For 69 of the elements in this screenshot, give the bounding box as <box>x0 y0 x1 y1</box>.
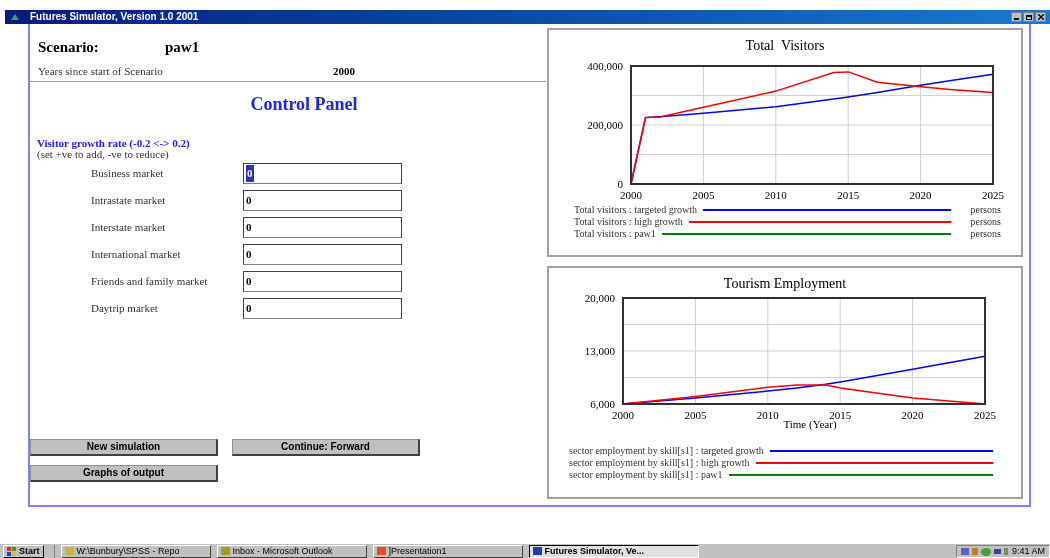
section-hint: (set +ve to add, -ve to reduce) <box>37 149 170 160</box>
new-simulation-button[interactable]: New simulation <box>30 439 218 456</box>
y-tick-label: 6,000 <box>590 398 615 410</box>
legend-label: Total visitors : paw1 <box>574 229 656 239</box>
field-label: International market <box>90 247 182 263</box>
input-field[interactable]: 0 <box>243 190 402 211</box>
field-label: Intrastate market <box>90 193 167 209</box>
field-label: Interstate market <box>90 220 167 236</box>
taskbar-button[interactable]: Futures Simulator, Ve... <box>528 544 699 558</box>
legend-label: Total visitors : targeted growth <box>574 205 697 215</box>
x-tick-label: 2015 <box>829 409 852 421</box>
legend-label: Total visitors : high growth <box>574 217 683 227</box>
x-tick-label: 2005 <box>692 189 715 201</box>
legend-unit: persons <box>969 217 1001 227</box>
legend-label: sector employment by skill[s1] : targeted growth <box>569 446 764 456</box>
taskbar-button[interactable]: W:\Bunbury\SPSS - Repo <box>60 544 211 558</box>
section-title: Visitor growth rate (-0.2 <-> 0.2) <box>37 138 191 149</box>
x-tick-label: 2020 <box>909 189 932 201</box>
x-tick-label: 2015 <box>837 189 860 201</box>
graphs-button[interactable]: Graphs of output <box>30 465 218 482</box>
x-tick-label: 2025 <box>982 189 1004 201</box>
maximize-button[interactable] <box>1023 12 1034 22</box>
input-field[interactable]: 0 <box>243 298 402 319</box>
scenario-label: Scenario: <box>38 38 100 57</box>
minimize-button[interactable] <box>1011 12 1022 22</box>
input-field[interactable]: 0 <box>243 271 402 292</box>
y-tick-label: 200,000 <box>587 119 623 131</box>
window-icon <box>376 547 386 555</box>
field-label: Business market <box>90 166 165 182</box>
x-tick-label: 2010 <box>764 189 787 201</box>
legend-label: sector employment by skill[s1] : paw1 <box>569 470 723 480</box>
y-tick-label: 400,000 <box>587 60 623 72</box>
scenario-name: paw1 <box>165 38 200 57</box>
windows-logo-icon <box>7 546 17 556</box>
y-tick-label: 20,000 <box>584 292 615 304</box>
close-button[interactable] <box>1035 12 1046 22</box>
window-icon <box>64 547 74 555</box>
chart-title: Tourism Employment <box>722 275 848 292</box>
input-field[interactable]: 0 <box>243 163 402 184</box>
legend-label: sector employment by skill[s1] : high growth <box>569 458 750 468</box>
legend-unit: persons <box>969 205 1001 215</box>
x-tick-label: 2010 <box>756 409 779 421</box>
taskbar-button[interactable]: ]Presentation1 <box>372 544 523 558</box>
y-tick-label: 13,000 <box>584 345 615 357</box>
field-label: Daytrip market <box>90 301 159 317</box>
window-icon <box>220 547 230 555</box>
start-button[interactable]: Start <box>3 544 44 558</box>
x-tick-label: 2005 <box>684 409 707 421</box>
window-icon <box>532 547 542 555</box>
taskbar-button[interactable]: Inbox - Microsoft Outlook <box>216 544 367 558</box>
y-tick-label: 0 <box>617 178 623 190</box>
clock: 9:41 AM <box>1011 546 1045 556</box>
input-field[interactable]: 0 <box>243 217 402 238</box>
control-panel-title: Control Panel <box>250 93 358 116</box>
chart-title: Total Visitors <box>744 37 826 54</box>
years-value: 2000 <box>333 63 355 79</box>
legend-unit: persons <box>969 229 1001 239</box>
x-tick-label: 2020 <box>901 409 924 421</box>
x-tick-label: 2025 <box>974 409 996 421</box>
axis-title: Time (Year) <box>782 418 837 430</box>
window-title: Futures Simulator, Version 1.0 2001 <box>30 12 199 22</box>
years-label: Years since start of Scenario <box>38 63 164 79</box>
app-icon <box>10 12 20 22</box>
x-tick-label: 2000 <box>620 189 642 201</box>
x-tick-label: 2000 <box>612 409 634 421</box>
tray-icons[interactable] <box>960 546 1009 556</box>
input-field[interactable]: 0 <box>243 244 402 265</box>
continue-forward-button[interactable]: Continue: Forward <box>232 439 420 456</box>
field-label: Friends and family market <box>90 274 209 290</box>
